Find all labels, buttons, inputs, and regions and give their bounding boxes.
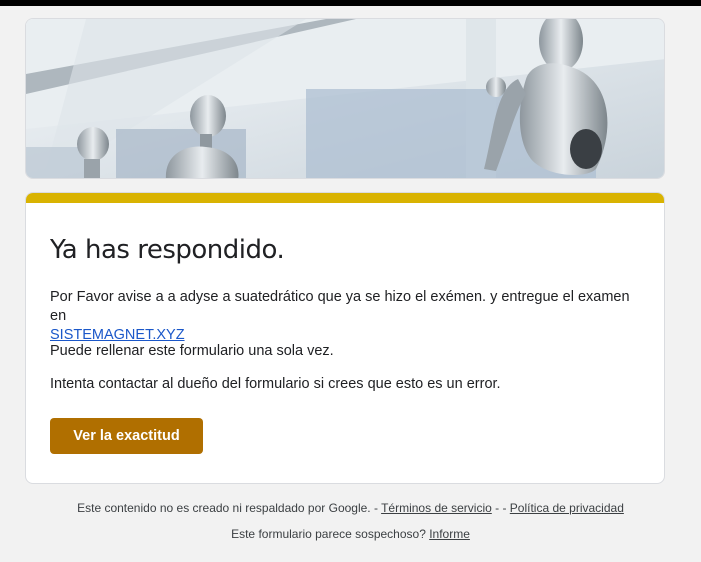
footer-report: Este formulario parece sospechoso? Infor… (0, 527, 701, 541)
view-score-button[interactable]: Ver la exactitud (50, 418, 203, 454)
confirmation-message: Por Favor avise a a adyse a suatedrático… (50, 288, 645, 345)
footer-disclaimer: Este contenido no es creado ni respaldad… (0, 501, 701, 515)
privacy-link[interactable]: Política de privacidad (510, 501, 624, 515)
footer-separator: - - (491, 501, 510, 515)
page-title: Ya has respondido. (50, 235, 285, 265)
card-accent-bar (26, 193, 664, 203)
response-card: Ya has respondido. Por Favor avise a a a… (25, 192, 665, 484)
disclaimer-text: Este contenido no es creado ni respaldad… (77, 501, 382, 515)
suspicious-text: Este formulario parece sospechoso? (231, 527, 430, 541)
robots-illustration (26, 19, 664, 178)
single-submission-note: Puede rellenar este formulario una sola … (50, 343, 334, 359)
terms-link[interactable]: Términos de servicio (381, 501, 492, 515)
report-link[interactable]: Informe (429, 527, 470, 541)
header-image (25, 18, 665, 179)
top-bar (0, 0, 701, 6)
message-text: Por Favor avise a a adyse a suatedrático… (50, 289, 630, 324)
sistemagnet-link[interactable]: SISTEMAGNET.XYZ (50, 327, 185, 343)
contact-owner-note: Intenta contactar al dueño del formulari… (50, 376, 501, 392)
